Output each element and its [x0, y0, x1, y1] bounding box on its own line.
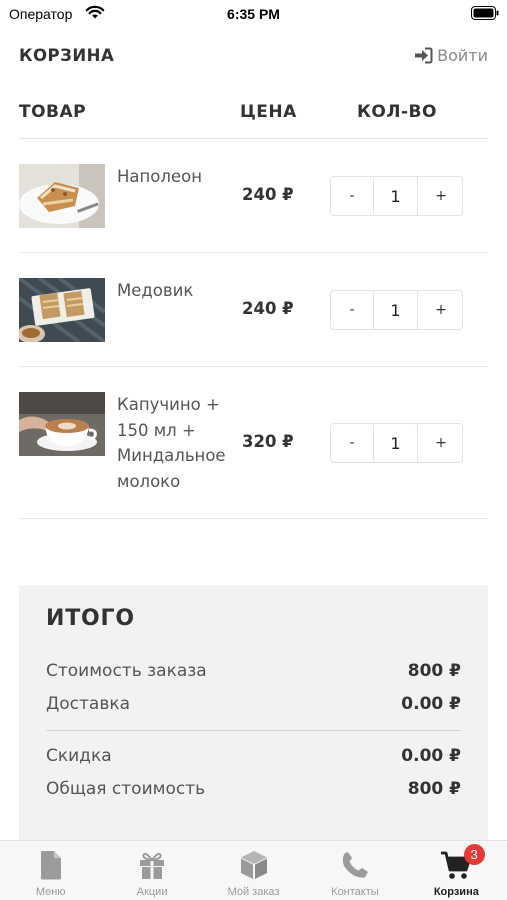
cart-item-row: Медовик 240 ₽ - 1 + [19, 253, 488, 367]
tab-label: Меню [35, 886, 66, 898]
tab-bar: Меню Акции Мой заказ Контакты Корзина 3 [0, 840, 507, 900]
item-price: 320 ₽ [242, 432, 294, 451]
tab-cart[interactable]: Корзина 3 [406, 841, 507, 900]
quantity-stepper: - 1 + [330, 423, 463, 463]
increase-quantity-button[interactable]: + [420, 291, 462, 329]
divider [46, 730, 461, 731]
tab-my-order[interactable]: Мой заказ [203, 841, 304, 900]
discount-label: Скидка [46, 746, 112, 766]
item-name: Медовик [117, 281, 194, 300]
login-label: Войти [437, 46, 488, 65]
order-summary: ИТОГО Стоимость заказа 800 ₽ Доставка 0.… [19, 585, 488, 840]
decrease-quantity-button[interactable]: - [331, 177, 373, 215]
box-icon [240, 851, 267, 879]
tab-menu[interactable]: Меню [0, 841, 101, 900]
sign-in-icon [415, 47, 433, 64]
column-header-quantity: КОЛ-ВО [357, 102, 437, 122]
divider [19, 518, 488, 519]
total-value: 800 ₽ [407, 779, 461, 799]
status-bar: Оператор 6:35 PM [0, 0, 507, 30]
increase-quantity-button[interactable]: + [420, 424, 462, 462]
quantity-stepper: - 1 + [330, 290, 463, 330]
cart-count-badge: 3 [463, 844, 485, 865]
cart-item-row: Капучино + 150 мл + Миндальное молоко 32… [19, 367, 488, 519]
item-price: 240 ₽ [242, 299, 294, 318]
order-cost-value: 800 ₽ [407, 661, 461, 681]
tab-label: Акции [136, 886, 168, 898]
item-name: Наполеон [117, 167, 202, 186]
tab-promotions[interactable]: Акции [101, 841, 202, 900]
quantity-value[interactable]: 1 [373, 423, 418, 463]
cappuccino-photo [19, 392, 105, 456]
column-header-price: ЦЕНА [240, 102, 297, 122]
quantity-stepper: - 1 + [330, 176, 463, 216]
login-button[interactable]: Войти [414, 46, 488, 65]
cart-item-row: Наполеон 240 ₽ - 1 + [19, 139, 488, 253]
phone-icon [342, 852, 368, 878]
total-label: Общая стоимость [46, 779, 206, 799]
delivery-value: 0.00 ₽ [401, 694, 461, 714]
discount-value: 0.00 ₽ [401, 746, 461, 766]
order-cost-label: Стоимость заказа [46, 661, 207, 681]
tab-label: Корзина [433, 886, 479, 898]
tab-contacts[interactable]: Контакты [304, 841, 405, 900]
tab-label: Контакты [331, 886, 379, 898]
tab-label: Мой заказ [227, 886, 280, 898]
decrease-quantity-button[interactable]: - [331, 424, 373, 462]
medovik-cake-photo [19, 278, 105, 342]
battery-icon [471, 6, 499, 20]
decrease-quantity-button[interactable]: - [331, 291, 373, 329]
delivery-label: Доставка [46, 694, 131, 714]
summary-title: ИТОГО [46, 606, 135, 631]
document-icon [40, 851, 61, 880]
quantity-value[interactable]: 1 [373, 176, 418, 216]
page-title: КОРЗИНА [19, 46, 115, 65]
napoleon-cake-photo [19, 164, 105, 228]
column-header-product: ТОВАР [19, 102, 87, 122]
quantity-value[interactable]: 1 [373, 290, 418, 330]
item-name: Капучино + 150 мл + Миндальное молоко [117, 395, 226, 491]
increase-quantity-button[interactable]: + [420, 177, 462, 215]
gift-icon [140, 852, 165, 879]
item-price: 240 ₽ [242, 185, 294, 204]
status-time: 6:35 PM [227, 6, 280, 22]
